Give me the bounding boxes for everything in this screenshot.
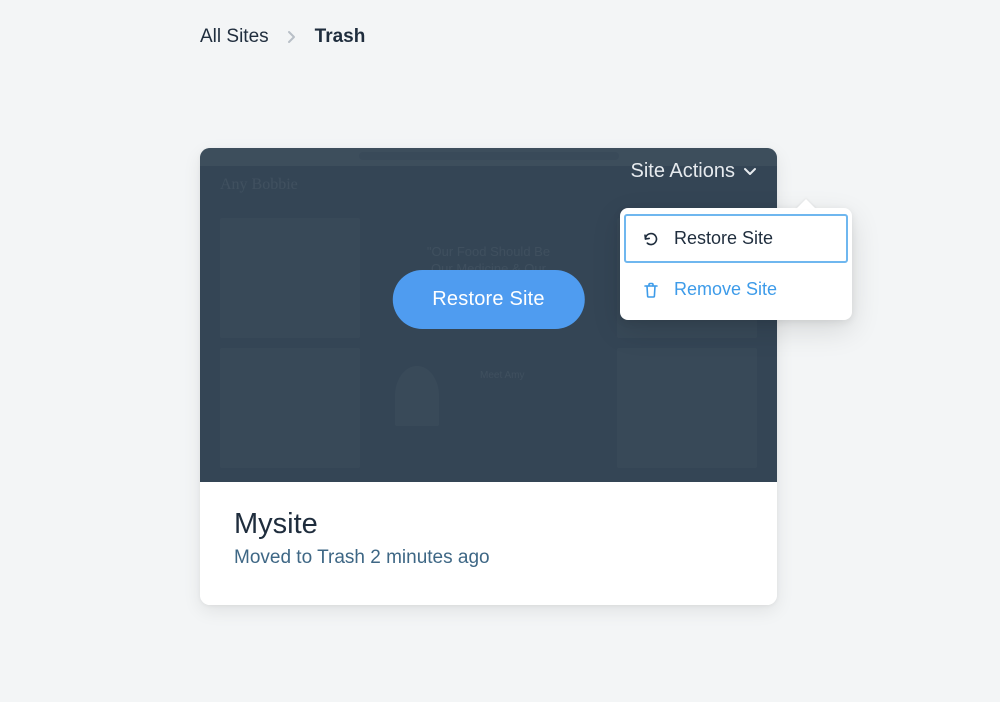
restore-site-button[interactable]: Restore Site bbox=[392, 270, 584, 329]
site-card: Any Bobbie "Our Food Should Be Our Medic… bbox=[200, 148, 777, 605]
menu-item-remove-label: Remove Site bbox=[674, 279, 777, 300]
menu-item-restore[interactable]: Restore Site bbox=[624, 214, 848, 263]
menu-item-remove[interactable]: Remove Site bbox=[624, 265, 848, 314]
site-actions-label: Site Actions bbox=[630, 160, 735, 183]
breadcrumb: All Sites Trash bbox=[200, 26, 365, 48]
site-actions-dropdown[interactable]: Site Actions bbox=[630, 160, 757, 183]
site-status: Moved to Trash 2 minutes ago bbox=[234, 547, 743, 569]
chevron-right-icon bbox=[287, 30, 297, 44]
site-actions-menu: Restore Site Remove Site bbox=[620, 208, 852, 320]
breadcrumb-current: Trash bbox=[315, 26, 366, 48]
trash-icon bbox=[642, 281, 660, 299]
site-name: Mysite bbox=[234, 508, 743, 541]
breadcrumb-root-link[interactable]: All Sites bbox=[200, 26, 269, 48]
menu-item-restore-label: Restore Site bbox=[674, 228, 773, 249]
site-card-footer: Mysite Moved to Trash 2 minutes ago bbox=[200, 482, 777, 605]
restore-icon bbox=[642, 230, 660, 248]
chevron-down-icon bbox=[743, 167, 757, 177]
